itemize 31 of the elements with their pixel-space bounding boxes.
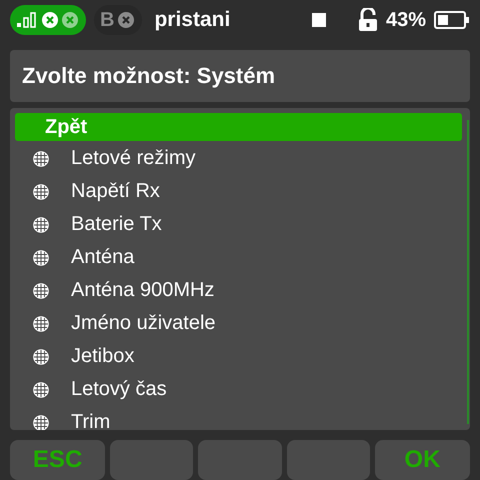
- receiver-label: B: [100, 8, 114, 32]
- globe-icon: [33, 150, 49, 166]
- dialog-title: Zvolte možnost: Systém: [10, 50, 470, 102]
- globe-icon: [33, 250, 49, 266]
- battery-percent: 43%: [386, 8, 426, 32]
- model-name: pristani: [154, 8, 230, 32]
- menu-option[interactable]: Anténa 900MHz: [15, 274, 462, 307]
- menu-option[interactable]: Baterie Tx: [15, 208, 462, 241]
- menu-option[interactable]: Napětí Rx: [15, 175, 462, 208]
- globe-icon: [33, 382, 49, 398]
- close-icon: [42, 12, 58, 28]
- menu-option[interactable]: Jméno uživatele: [15, 307, 462, 340]
- menu-option[interactable]: Letové režimy: [15, 142, 462, 175]
- padlock-icon: [358, 8, 378, 32]
- menu-option[interactable]: Jetibox: [15, 340, 462, 373]
- globe-icon: [33, 282, 49, 298]
- square-icon: [312, 13, 326, 27]
- blank-softkey[interactable]: [286, 440, 370, 480]
- battery-icon: [434, 11, 470, 29]
- menu-option[interactable]: Anténa: [15, 241, 462, 274]
- signal-icon: [16, 12, 38, 28]
- globe-icon: [33, 316, 49, 332]
- globe-icon: [33, 216, 49, 232]
- blank-softkey[interactable]: [198, 440, 282, 480]
- menu-option[interactable]: Letový čas: [15, 373, 462, 406]
- globe-icon: [33, 184, 49, 200]
- menu-option[interactable]: Trim: [15, 406, 462, 430]
- globe-icon: [33, 348, 49, 364]
- blank-softkey[interactable]: [110, 440, 194, 480]
- close-icon: [118, 12, 134, 28]
- close-icon: [62, 12, 78, 28]
